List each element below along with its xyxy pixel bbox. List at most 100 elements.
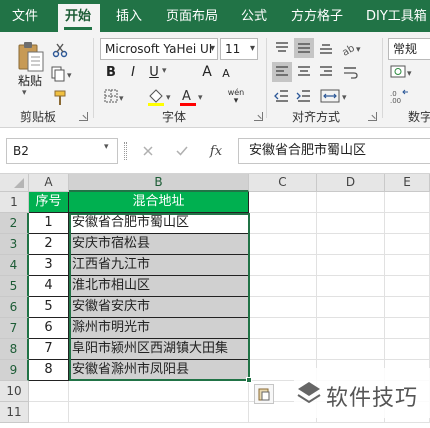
fill-color-icon[interactable]: ▾ bbox=[146, 87, 174, 107]
empty-cell[interactable] bbox=[317, 318, 385, 339]
empty-cell[interactable] bbox=[249, 255, 317, 276]
paste-dropdown-icon[interactable]: ▾ bbox=[22, 88, 27, 98]
column-header-a[interactable]: A bbox=[29, 174, 69, 192]
cell-address[interactable]: 滁州市明光市 bbox=[69, 318, 249, 339]
empty-cell[interactable] bbox=[385, 318, 430, 339]
font-name-select[interactable]: Microsoft YaHei UI ▾ bbox=[100, 38, 218, 60]
merge-center-icon[interactable]: ▾ bbox=[318, 86, 352, 106]
empty-cell[interactable] bbox=[249, 192, 317, 213]
empty-cell[interactable] bbox=[317, 255, 385, 276]
cell-address[interactable]: 淮北市相山区 bbox=[69, 276, 249, 297]
empty-cell[interactable] bbox=[249, 297, 317, 318]
format-painter-icon[interactable] bbox=[50, 88, 70, 108]
underline-button[interactable]: U bbox=[146, 62, 162, 82]
align-bottom-icon[interactable] bbox=[316, 38, 336, 58]
increase-indent-icon[interactable] bbox=[294, 86, 314, 106]
empty-cell[interactable] bbox=[385, 255, 430, 276]
cell-no[interactable]: 5 bbox=[29, 297, 69, 318]
cell-no[interactable]: 4 bbox=[29, 276, 69, 297]
empty-cell[interactable] bbox=[317, 297, 385, 318]
cell-address[interactable]: 安徽省安庆市 bbox=[69, 297, 249, 318]
formula-bar-grip[interactable] bbox=[124, 142, 127, 160]
font-size-select[interactable]: 11 ▾ bbox=[220, 38, 258, 60]
empty-cell[interactable] bbox=[249, 318, 317, 339]
empty-cell[interactable] bbox=[317, 192, 385, 213]
underline-dropdown-icon[interactable]: ▾ bbox=[162, 66, 167, 76]
cell-no[interactable]: 1 bbox=[29, 213, 69, 234]
empty-cell[interactable] bbox=[385, 339, 430, 360]
italic-button[interactable]: I bbox=[125, 62, 141, 82]
cell-no[interactable]: 2 bbox=[29, 234, 69, 255]
cell-address[interactable]: 安徽省滁州市凤阳县 bbox=[69, 360, 249, 381]
select-all-corner[interactable] bbox=[0, 174, 29, 192]
cell-address[interactable]: 安庆市宿松县 bbox=[69, 234, 249, 255]
cancel-icon[interactable] bbox=[138, 140, 158, 162]
empty-cell[interactable] bbox=[29, 402, 69, 423]
row-header[interactable]: 9 bbox=[0, 360, 29, 381]
header-cell-address[interactable]: 混合地址 bbox=[69, 192, 249, 213]
empty-cell[interactable] bbox=[317, 276, 385, 297]
header-cell-no[interactable]: 序号 bbox=[29, 192, 69, 213]
empty-cell[interactable] bbox=[69, 402, 249, 423]
tab-diy-toolbox[interactable]: DIY工具箱 bbox=[366, 0, 427, 32]
insert-function-button[interactable]: fx bbox=[206, 140, 226, 162]
column-header-c[interactable]: C bbox=[249, 174, 317, 192]
row-header[interactable]: 6 bbox=[0, 297, 29, 318]
paste-label[interactable]: 粘贴 bbox=[18, 72, 42, 89]
tab-formulas[interactable]: 公式 bbox=[241, 0, 267, 32]
cell-no[interactable]: 8 bbox=[29, 360, 69, 381]
align-center-icon[interactable] bbox=[294, 62, 314, 82]
number-format-select[interactable]: 常规 bbox=[388, 38, 430, 60]
copy-icon[interactable]: ▾ bbox=[50, 64, 76, 84]
cell-address[interactable]: 江西省九江市 bbox=[69, 255, 249, 276]
cut-icon[interactable] bbox=[50, 40, 70, 60]
decimal-icon[interactable]: .0.00 bbox=[388, 86, 412, 106]
row-header[interactable]: 5 bbox=[0, 276, 29, 297]
empty-cell[interactable] bbox=[29, 381, 69, 402]
alignment-launcher-icon[interactable] bbox=[368, 112, 377, 121]
formula-input[interactable]: 安徽省合肥市蜀山区 bbox=[238, 138, 430, 164]
name-box-dropdown-icon[interactable]: ▾ bbox=[104, 142, 109, 152]
tab-page-layout[interactable]: 页面布局 bbox=[166, 0, 218, 32]
bold-button[interactable]: B bbox=[103, 62, 119, 82]
wrap-text-icon[interactable] bbox=[340, 62, 360, 82]
align-right-icon[interactable] bbox=[316, 62, 336, 82]
align-left-icon[interactable] bbox=[272, 62, 292, 82]
empty-cell[interactable] bbox=[317, 339, 385, 360]
empty-cell[interactable] bbox=[317, 213, 385, 234]
align-middle-icon[interactable] bbox=[294, 38, 314, 58]
tab-home[interactable]: 开始 bbox=[65, 0, 91, 32]
border-icon[interactable]: ▾ bbox=[103, 88, 127, 106]
empty-cell[interactable] bbox=[317, 234, 385, 255]
paste-icon[interactable] bbox=[14, 40, 48, 74]
row-header[interactable]: 10 bbox=[0, 381, 29, 402]
clipboard-launcher-icon[interactable] bbox=[79, 112, 88, 121]
empty-cell[interactable] bbox=[249, 276, 317, 297]
cell-no[interactable]: 7 bbox=[29, 339, 69, 360]
cell-no[interactable]: 3 bbox=[29, 255, 69, 276]
empty-cell[interactable] bbox=[385, 192, 430, 213]
tab-insert[interactable]: 插入 bbox=[116, 0, 142, 32]
accounting-format-icon[interactable]: ▾ bbox=[388, 62, 414, 82]
column-header-b[interactable]: B bbox=[69, 174, 249, 192]
empty-cell[interactable] bbox=[385, 297, 430, 318]
enter-icon[interactable] bbox=[172, 140, 192, 162]
font-size-decrease-button[interactable]: A bbox=[218, 64, 234, 82]
row-header[interactable]: 1 bbox=[0, 192, 29, 213]
tab-fangfang[interactable]: 方方格子 bbox=[291, 0, 343, 32]
empty-cell[interactable] bbox=[249, 339, 317, 360]
column-header-e[interactable]: E bbox=[385, 174, 430, 192]
fill-handle[interactable] bbox=[246, 377, 252, 383]
align-top-icon[interactable] bbox=[272, 38, 292, 58]
decrease-indent-icon[interactable] bbox=[272, 86, 292, 106]
worksheet-grid[interactable]: A B C D E 1 2 3 4 5 6 7 8 9 10 11 序号 混合地址 1 安徽省合肥市蜀山区… bbox=[0, 174, 430, 428]
column-header-d[interactable]: D bbox=[317, 174, 385, 192]
empty-cell[interactable] bbox=[385, 234, 430, 255]
name-box[interactable]: B2 bbox=[6, 138, 118, 164]
row-header[interactable]: 2 bbox=[0, 213, 29, 234]
empty-cell[interactable] bbox=[249, 213, 317, 234]
cell-no[interactable]: 6 bbox=[29, 318, 69, 339]
row-header[interactable]: 7 bbox=[0, 318, 29, 339]
cell-address[interactable]: 阜阳市颍州区西湖镇大田集 bbox=[69, 339, 249, 360]
empty-cell[interactable] bbox=[385, 276, 430, 297]
